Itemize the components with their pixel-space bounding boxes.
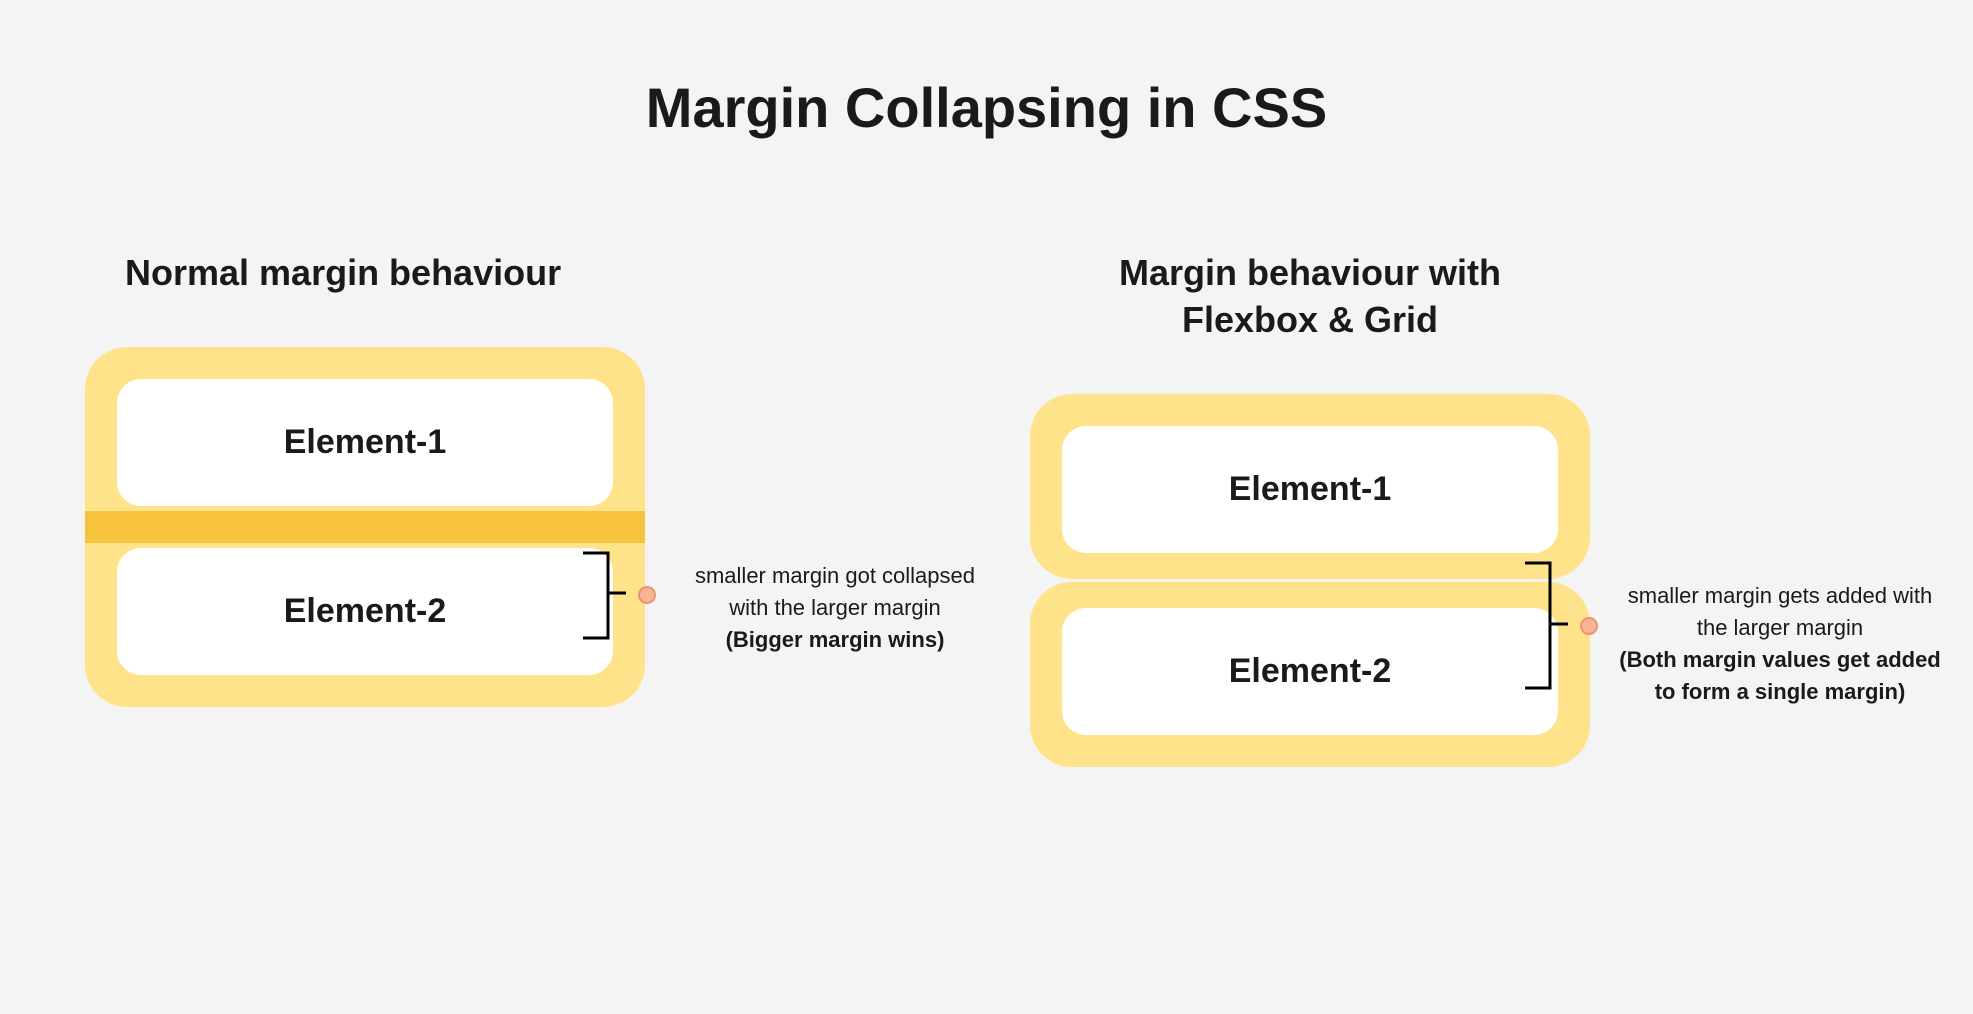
normal-section-title: Normal margin behaviour <box>85 250 645 297</box>
container-box-bottom: Element-2 <box>85 538 645 707</box>
element-2-box: Element-2 <box>117 548 613 675</box>
annotation-text-line1: smaller margin gets added with <box>1628 583 1932 608</box>
normal-margin-section: Normal margin behaviour Element-1 Elemen… <box>85 250 645 707</box>
flexbox-title-line1: Margin behaviour with <box>1119 252 1501 293</box>
flex-container-bottom: Element-2 <box>1030 582 1590 767</box>
normal-diagram: Element-1 Element-2 <box>85 347 645 707</box>
annotation-bold: (Bigger margin wins) <box>726 627 945 652</box>
flexbox-margin-section: Margin behaviour with Flexbox & Grid Ele… <box>1030 250 1590 767</box>
flexbox-annotation: smaller margin gets added with the large… <box>1610 580 1950 708</box>
flex-element-1-box: Element-1 <box>1062 426 1558 553</box>
annotation-text-line1: smaller margin got collapsed <box>695 563 975 588</box>
annotation-bold-line2: to form a single margin) <box>1655 679 1906 704</box>
collapsed-margin-bar <box>85 511 645 543</box>
annotation-dot <box>638 586 656 604</box>
container-box-top: Element-1 <box>85 347 645 516</box>
flex-element-2-box: Element-2 <box>1062 608 1558 735</box>
flexbox-title-line2: Flexbox & Grid <box>1182 299 1438 340</box>
normal-annotation: smaller margin got collapsed with the la… <box>670 560 1000 656</box>
flexbox-diagram: Element-1 Element-2 <box>1030 394 1590 767</box>
annotation-text-line2: with the larger margin <box>729 595 941 620</box>
annotation-dot <box>1580 617 1598 635</box>
element-1-box: Element-1 <box>117 379 613 506</box>
page-title: Margin Collapsing in CSS <box>646 75 1327 140</box>
annotation-text-line2: the larger margin <box>1697 615 1863 640</box>
annotation-bold-line1: (Both margin values get added <box>1619 647 1941 672</box>
flex-container-top: Element-1 <box>1030 394 1590 579</box>
bracket-icon <box>1520 558 1580 698</box>
bracket-icon <box>578 548 638 648</box>
flexbox-section-title: Margin behaviour with Flexbox & Grid <box>1030 250 1590 344</box>
